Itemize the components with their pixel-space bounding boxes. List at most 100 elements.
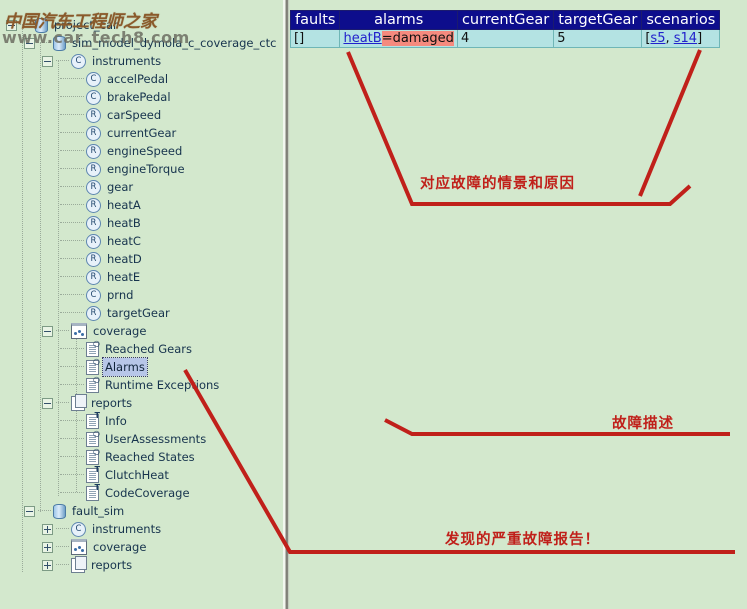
tree-node-label[interactable]: currentGear	[105, 124, 178, 142]
tree-node-gear[interactable]: Rgear	[60, 178, 135, 196]
tree-node-label[interactable]: reports	[89, 394, 134, 412]
text-report-icon: T	[86, 465, 100, 483]
text-report-icon: T	[86, 483, 100, 501]
tree-node-label[interactable]: sim_model_dymola_c_coverage_ctc	[70, 34, 278, 52]
tree-node-label[interactable]: heatB	[105, 214, 143, 232]
tree-node-fault-sim-reports[interactable]: reports	[42, 555, 134, 574]
tree-node-label[interactable]: Reached States	[103, 448, 197, 466]
column-header-currentgear[interactable]: currentGear	[456, 10, 555, 30]
expand-icon[interactable]	[42, 523, 53, 535]
tree-node-engineTorque[interactable]: RengineTorque	[60, 160, 187, 178]
tree-node-heatD[interactable]: RheatD	[60, 250, 144, 268]
tree-node-label[interactable]: coverage	[91, 538, 148, 556]
tree-node-fault-sim-instruments[interactable]: Cinstruments	[42, 520, 163, 538]
tree-node-label[interactable]: engineTorque	[105, 160, 187, 178]
collapse-icon[interactable]	[24, 37, 35, 49]
tree-node-targetGear[interactable]: RtargetGear	[60, 304, 172, 322]
tree-node-project-car[interactable]: project_car	[6, 16, 120, 34]
tree-node-label[interactable]: heatA	[105, 196, 143, 214]
tree-node-label[interactable]: Runtime Exceptions	[103, 376, 221, 394]
collapse-icon[interactable]	[42, 55, 53, 67]
tree-connector	[60, 204, 84, 206]
expand-icon[interactable]	[42, 559, 53, 571]
tree-connector	[60, 456, 84, 458]
collapse-icon[interactable]	[24, 505, 35, 517]
tree-node-clutch-heat[interactable]: T ClutchHeat	[60, 465, 171, 484]
tree-node-reports[interactable]: reports	[42, 393, 134, 412]
tree-node-label[interactable]: fault_sim	[70, 502, 126, 520]
tree-connector	[60, 348, 84, 350]
app-window: project_car sim_model_dymola_c_coverage_c…	[0, 0, 747, 609]
tree-node-label[interactable]: engineSpeed	[105, 142, 184, 160]
tree-node-label[interactable]: coverage	[91, 322, 148, 340]
class-icon: C	[86, 89, 101, 105]
tree-connector	[56, 402, 69, 404]
tree-connector	[60, 438, 84, 440]
column-header-targetgear[interactable]: targetGear	[553, 10, 643, 30]
project-tree-panel[interactable]: project_car sim_model_dymola_c_coverage_c…	[0, 0, 283, 609]
tree-node-label[interactable]: targetGear	[105, 304, 172, 322]
column-header-faults[interactable]: faults	[289, 10, 341, 30]
tree-node-sim-model[interactable]: sim_model_dymola_c_coverage_ctc	[24, 34, 278, 52]
tree-node-label[interactable]: accelPedal	[105, 70, 170, 88]
tree-guide-line	[58, 60, 59, 496]
tree-node-fault-sim-coverage[interactable]: coverage	[42, 538, 148, 556]
tree-node-label[interactable]: Reached Gears	[103, 340, 194, 358]
tree-node-label[interactable]: gear	[105, 178, 135, 196]
tree-node-currentGear[interactable]: RcurrentGear	[60, 124, 178, 142]
tree-node-label[interactable]: instruments	[90, 52, 163, 70]
tree-node-instruments[interactable]: Cinstruments	[42, 52, 163, 70]
expand-icon[interactable]	[42, 541, 53, 553]
tree-node-label[interactable]: instruments	[90, 520, 163, 538]
column-header-scenarios[interactable]: scenarios	[641, 10, 721, 30]
tree-node-label[interactable]: heatE	[105, 268, 142, 286]
record-icon: R	[86, 197, 101, 213]
tree-node-reached-states[interactable]: ○ Reached States	[60, 447, 197, 466]
collapse-icon[interactable]	[42, 397, 53, 409]
tree-node-brakePedal[interactable]: CbrakePedal	[60, 88, 173, 106]
tree-node-label[interactable]: CodeCoverage	[103, 484, 192, 502]
tree-node-heatA[interactable]: RheatA	[60, 196, 143, 214]
tree-node-label[interactable]: Info	[103, 412, 129, 430]
tree-node-fault-sim[interactable]: fault_sim	[24, 502, 126, 520]
tree-node-label[interactable]: carSpeed	[105, 106, 163, 124]
class-icon: C	[71, 53, 86, 69]
tree-node-label[interactable]: ClutchHeat	[103, 466, 171, 484]
tree-node-carSpeed[interactable]: RcarSpeed	[60, 106, 163, 124]
tree-connector	[60, 78, 84, 80]
scenario-link-s14[interactable]: s14	[674, 31, 697, 46]
tree-node-label[interactable]: brakePedal	[105, 88, 173, 106]
collapse-icon[interactable]	[6, 19, 17, 31]
scenario-link-s5[interactable]: s5	[650, 31, 665, 46]
tree-node-label[interactable]: heatC	[105, 232, 143, 250]
tree-node-heatB[interactable]: RheatB	[60, 214, 143, 232]
tree-node-label[interactable]: Alarms	[102, 357, 148, 377]
record-icon: R	[86, 161, 101, 177]
collapse-icon[interactable]	[42, 325, 53, 337]
tree-node-coverage[interactable]: coverage	[42, 322, 148, 340]
tree-node-label[interactable]: heatD	[105, 250, 144, 268]
alarm-signal-link[interactable]: heatB	[343, 31, 381, 46]
tree-connector	[56, 564, 69, 566]
tree-node-prnd[interactable]: Cprnd	[60, 286, 135, 304]
tree-node-engineSpeed[interactable]: RengineSpeed	[60, 142, 184, 160]
tree-node-heatC[interactable]: RheatC	[60, 232, 143, 250]
record-icon: R	[86, 143, 101, 159]
tree-node-label[interactable]: project_car	[52, 16, 120, 34]
tree-node-label[interactable]: reports	[89, 556, 134, 574]
tree-node-runtime-exceptions[interactable]: ○ Runtime Exceptions	[60, 375, 221, 394]
tree-node-accelPedal[interactable]: CaccelPedal	[60, 70, 170, 88]
tree-node-reached-gears[interactable]: ○ Reached Gears	[60, 339, 194, 358]
panel-splitter[interactable]	[283, 0, 290, 609]
tree-node-alarms[interactable]: ○ Alarms	[60, 357, 148, 377]
column-header-alarms[interactable]: alarms	[339, 10, 458, 30]
tree-node-info[interactable]: T Info	[60, 411, 129, 430]
tree-node-heatE[interactable]: RheatE	[60, 268, 142, 286]
tree-node-label[interactable]: UserAssessments	[103, 430, 208, 448]
tree-node-label[interactable]: prnd	[105, 286, 135, 304]
tree-node-code-coverage[interactable]: T CodeCoverage	[60, 483, 192, 502]
tree-connector	[20, 24, 33, 26]
tree-guide-line	[22, 24, 23, 572]
report-icon: ○	[86, 357, 100, 375]
tree-node-user-assessments[interactable]: ○ UserAssessments	[60, 429, 208, 448]
